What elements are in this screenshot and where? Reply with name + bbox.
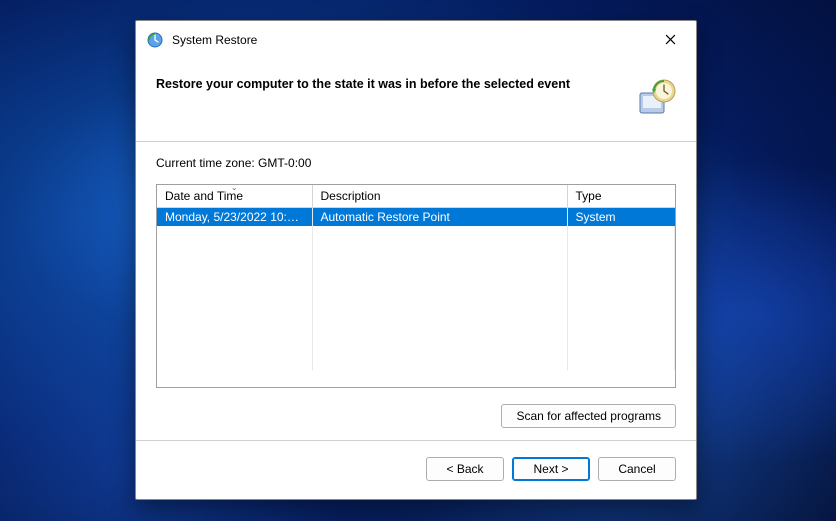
table-row-empty bbox=[157, 280, 675, 298]
column-header-description[interactable]: Description bbox=[312, 185, 567, 208]
titlebar: System Restore bbox=[136, 21, 696, 59]
header-section: Restore your computer to the state it wa… bbox=[136, 59, 696, 141]
system-restore-dialog: System Restore Restore your computer to … bbox=[135, 20, 697, 500]
table-row[interactable]: Monday, 5/23/2022 10:11:... Automatic Re… bbox=[157, 208, 675, 227]
table-row-empty bbox=[157, 298, 675, 316]
page-heading: Restore your computer to the state it wa… bbox=[156, 77, 570, 91]
back-button[interactable]: < Back bbox=[426, 457, 504, 481]
cell-type: System bbox=[567, 208, 675, 227]
cell-description: Automatic Restore Point bbox=[312, 208, 567, 227]
table-row-empty bbox=[157, 316, 675, 334]
system-restore-icon bbox=[146, 31, 164, 49]
sort-descending-icon: ⌄ bbox=[231, 184, 238, 192]
table-header-row: ⌄ Date and Time Description Type bbox=[157, 185, 675, 208]
window-title: System Restore bbox=[172, 33, 257, 47]
table-row-empty bbox=[157, 226, 675, 244]
next-button[interactable]: Next > bbox=[512, 457, 590, 481]
column-header-date[interactable]: ⌄ Date and Time bbox=[157, 185, 312, 208]
table-row-empty bbox=[157, 352, 675, 370]
table-row-empty bbox=[157, 334, 675, 352]
scan-affected-programs-button[interactable]: Scan for affected programs bbox=[501, 404, 676, 428]
table-row-empty bbox=[157, 262, 675, 280]
scan-row: Scan for affected programs bbox=[156, 404, 676, 428]
footer: < Back Next > Cancel bbox=[136, 441, 696, 499]
cell-date: Monday, 5/23/2022 10:11:... bbox=[157, 208, 312, 227]
close-button[interactable] bbox=[654, 26, 686, 54]
cancel-button[interactable]: Cancel bbox=[598, 457, 676, 481]
timezone-label: Current time zone: GMT-0:00 bbox=[156, 156, 676, 170]
table-row-empty bbox=[157, 244, 675, 262]
column-header-type[interactable]: Type bbox=[567, 185, 675, 208]
restore-points-table[interactable]: ⌄ Date and Time Description Type Monday,… bbox=[156, 184, 676, 388]
restore-clock-icon bbox=[634, 77, 676, 119]
close-icon bbox=[665, 34, 676, 45]
content-area: Current time zone: GMT-0:00 ⌄ Date and T… bbox=[136, 142, 696, 440]
